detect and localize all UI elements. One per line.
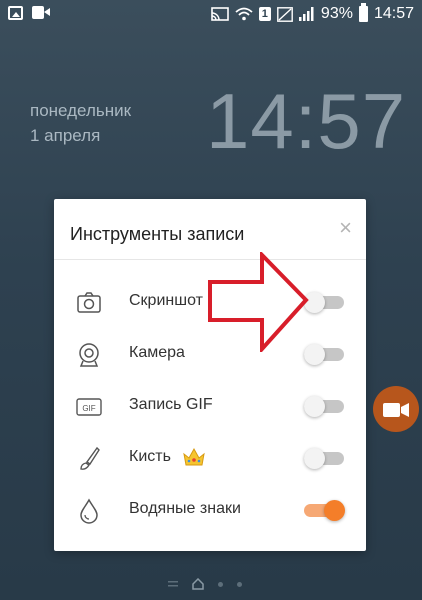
- item-label: Камера: [129, 344, 185, 361]
- page-indicator: [168, 578, 242, 590]
- wifi-icon: [235, 7, 253, 21]
- close-button[interactable]: ×: [339, 217, 352, 239]
- item-label: Запись GIF: [129, 396, 213, 413]
- no-signal-icon: [277, 6, 293, 22]
- date-label: 1 апреля: [30, 126, 101, 145]
- brush-icon: [80, 446, 100, 470]
- webcam-icon: [79, 343, 99, 367]
- list-item-brush: Кисть: [54, 432, 366, 484]
- floating-record-button[interactable]: [373, 386, 419, 432]
- crown-icon: [183, 447, 205, 466]
- watermark-drop-icon: [80, 498, 98, 524]
- watermarks-toggle[interactable]: [304, 500, 345, 521]
- battery-icon: [358, 3, 368, 22]
- battery-percent: 93%: [320, 5, 353, 22]
- camera-icon: [77, 292, 101, 313]
- gallery-notification-icon: [8, 6, 23, 20]
- item-label: Водяные знаки: [129, 500, 241, 517]
- gif-icon: GIF: [76, 398, 102, 416]
- screen-mirror-icon: [210, 7, 229, 21]
- status-bar: 1 93% 14:57: [0, 0, 422, 30]
- home-icon: [192, 578, 204, 590]
- svg-text:GIF: GIF: [82, 404, 95, 413]
- status-time: 14:57: [373, 5, 414, 22]
- weekday-label: понедельник: [30, 101, 132, 120]
- list-item-gif: GIF Запись GIF: [54, 380, 366, 432]
- menu-lines-icon: [168, 581, 178, 587]
- item-label: Скриншот: [129, 292, 203, 309]
- lockscreen-date: понедельник 1 апреля: [30, 98, 131, 148]
- gif-toggle[interactable]: [304, 396, 344, 417]
- lockscreen-clock: 14:57: [206, 77, 407, 165]
- video-camera-icon: [383, 403, 409, 417]
- list-item-watermarks: Водяные знаки: [54, 484, 366, 536]
- signal-strength-icon: [298, 7, 314, 21]
- dialog-title: Инструменты записи: [70, 224, 245, 244]
- item-label: Кисть: [129, 448, 171, 465]
- page-dot: [237, 581, 242, 587]
- video-camera-notification-icon: [32, 6, 50, 19]
- brush-toggle[interactable]: [304, 448, 344, 469]
- annotation-arrow: [208, 252, 309, 352]
- page-dot: [218, 581, 223, 587]
- sim-badge: 1: [258, 7, 271, 21]
